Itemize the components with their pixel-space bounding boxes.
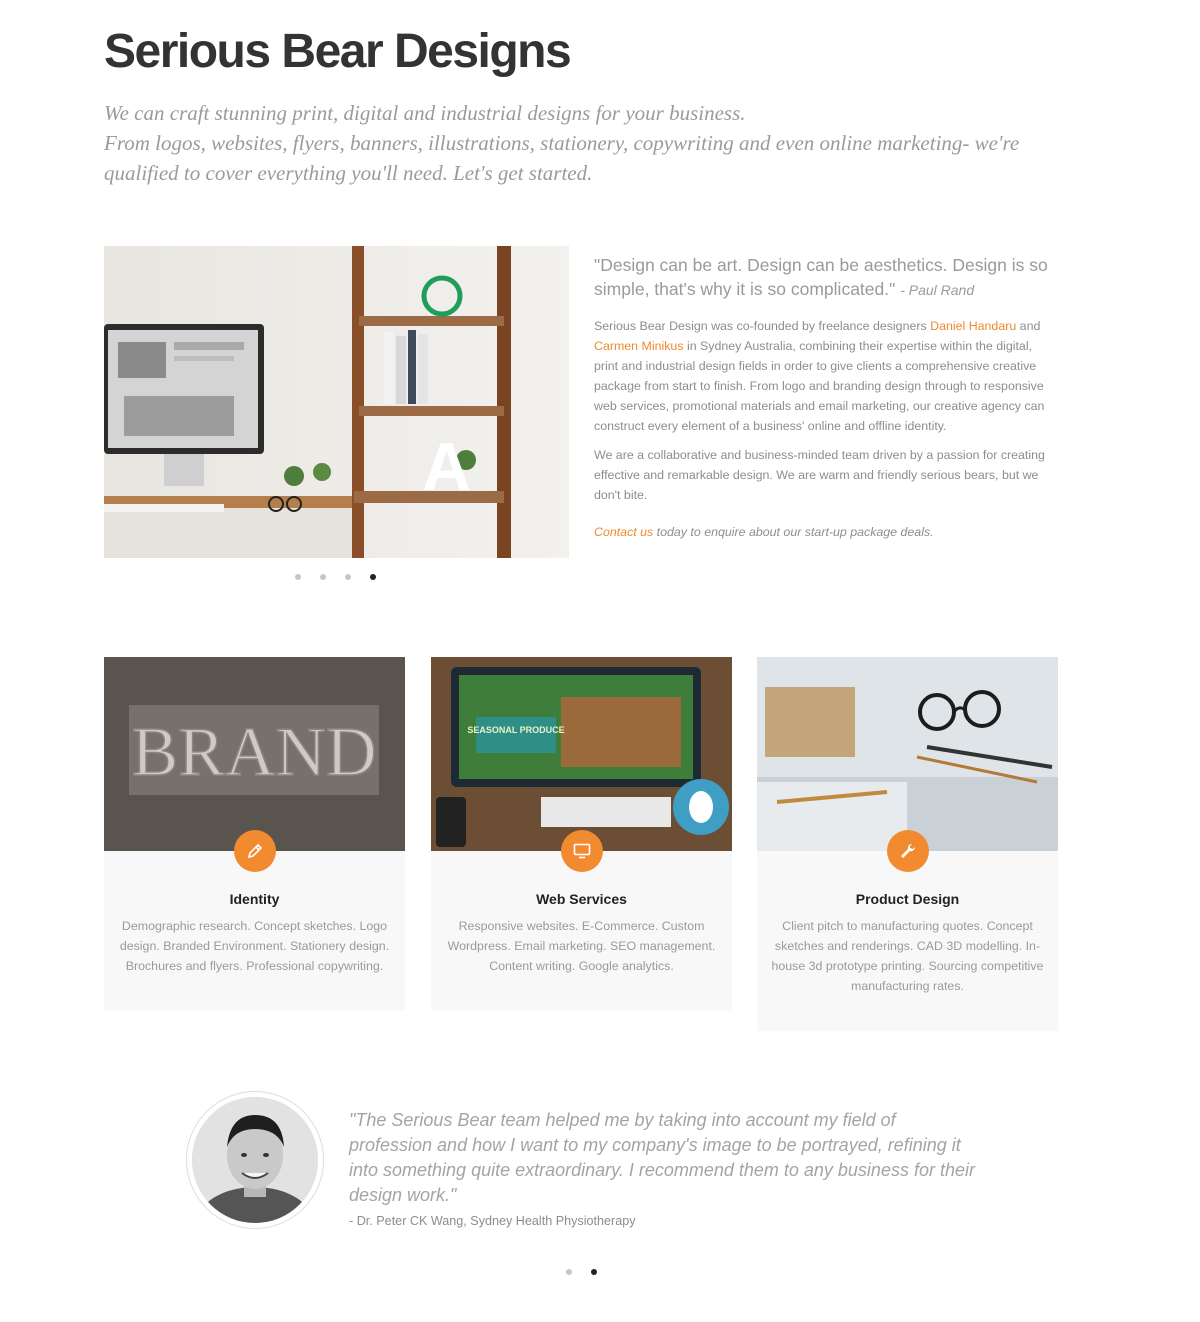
about-paragraph-2: We are a collaborative and business-mind…	[594, 448, 1045, 502]
contact-us-link[interactable]: Contact us	[594, 525, 653, 539]
product-design-image	[757, 657, 1058, 851]
monitor-icon	[560, 830, 603, 872]
wrench-icon	[886, 830, 929, 872]
web-services-image: SEASONAL PRODUCE	[431, 657, 732, 851]
contact-line-text: today to enquire about our start-up pack…	[653, 525, 934, 539]
pencil-icon	[233, 830, 276, 872]
about-section: "Design can be art. Design can be aesthe…	[594, 253, 1056, 539]
service-description: Client pitch to manufacturing quotes. Co…	[771, 919, 1044, 993]
service-card-identity[interactable]: BRAND Identity Demographic research. Con…	[104, 657, 405, 1011]
testimonial: "The Serious Bear team helped me by taki…	[349, 1108, 979, 1228]
client-portrait	[192, 1097, 318, 1223]
service-title: Product Design	[855, 891, 960, 907]
testimonial-quote: "The Serious Bear team helped me by taki…	[349, 1110, 975, 1205]
website-desk-image: SEASONAL PRODUCE	[431, 657, 732, 851]
sketches-glasses-image	[757, 657, 1058, 851]
testimonial-slider-dots	[566, 1269, 597, 1275]
service-description: Responsive websites. E-Commerce. Custom …	[447, 919, 716, 973]
hero-slider-image[interactable]: A	[104, 246, 569, 558]
hero-letter: A	[422, 429, 471, 505]
intro-text: We can craft stunning print, digital and…	[104, 98, 1064, 188]
contact-line: Contact us today to enquire about our st…	[594, 525, 1056, 539]
about-text-c: in Sydney Australia, combining their exp…	[594, 339, 1045, 433]
testimonial-avatar-ring	[186, 1091, 324, 1229]
identity-image: BRAND	[104, 657, 405, 851]
slider-dot-1[interactable]	[295, 574, 301, 580]
slider-dot-4[interactable]	[370, 574, 376, 580]
service-title: Web Services	[536, 891, 627, 907]
daniel-handaru-link[interactable]: Daniel Handaru	[930, 319, 1016, 333]
brand-text: BRAND	[131, 714, 376, 791]
design-quote: "Design can be art. Design can be aesthe…	[594, 253, 1056, 302]
service-description: Demographic research. Concept sketches. …	[119, 919, 390, 973]
seasonal-produce-text: SEASONAL PRODUCE	[467, 725, 564, 735]
office-desk-illustration: A	[104, 246, 569, 558]
testimonial-author: - Dr. Peter CK Wang, Sydney Health Physi…	[349, 1214, 636, 1228]
intro-line-2: From logos, websites, flyers, banners, i…	[104, 131, 1020, 185]
brand-letterpress-image: BRAND	[104, 657, 405, 851]
slider-dot-2[interactable]	[320, 574, 326, 580]
quote-author: - Paul Rand	[900, 282, 975, 298]
about-text-b: and	[1016, 319, 1041, 333]
testimonial-dot-1[interactable]	[566, 1269, 572, 1275]
page-title: Serious Bear Designs	[104, 25, 572, 78]
service-title: Identity	[229, 891, 280, 907]
avatar	[192, 1097, 318, 1223]
service-card-product-design[interactable]: Product Design Client pitch to manufactu…	[757, 657, 1058, 1031]
service-card-web-services[interactable]: SEASONAL PRODUCE Web Services Responsive…	[431, 657, 732, 1011]
design-quote-text: "Design can be art. Design can be aesthe…	[594, 255, 1048, 299]
carmen-minikus-link[interactable]: Carmen Minikus	[594, 339, 684, 353]
intro-line-1: We can craft stunning print, digital and…	[104, 101, 746, 125]
slider-dot-3[interactable]	[345, 574, 351, 580]
hero-slider-dots	[295, 574, 376, 580]
testimonial-dot-2[interactable]	[591, 1269, 597, 1275]
about-text-a: Serious Bear Design was co-founded by fr…	[594, 319, 931, 333]
about-paragraph-1: Serious Bear Design was co-founded by fr…	[594, 316, 1056, 436]
